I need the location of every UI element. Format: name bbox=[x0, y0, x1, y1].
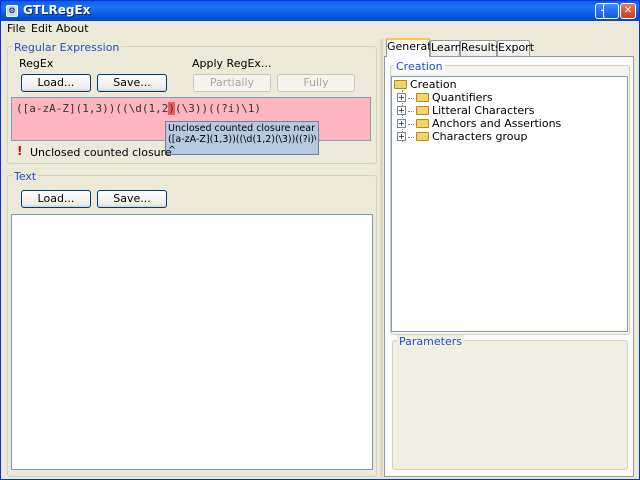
tree-connector bbox=[408, 97, 414, 99]
folder-icon bbox=[416, 92, 429, 102]
regex-label: RegEx bbox=[19, 57, 54, 70]
tree-item-litteral[interactable]: + Litteral Characters bbox=[397, 104, 534, 117]
text-panel-label: Text bbox=[12, 170, 39, 183]
text-load-button[interactable]: Load... bbox=[21, 190, 91, 208]
error-status: Unclosed counted closure bbox=[30, 146, 172, 159]
folder-icon bbox=[416, 118, 429, 128]
menu-bar: File Edit About bbox=[1, 21, 639, 37]
close-button[interactable]: ✕ bbox=[620, 3, 636, 19]
tab-export[interactable]: Export bbox=[497, 40, 534, 56]
fully-button[interactable]: Fully bbox=[277, 74, 355, 92]
folder-icon bbox=[394, 79, 407, 89]
tree-item-characters-group[interactable]: + Characters group bbox=[397, 130, 527, 143]
tab-generate[interactable]: Generate bbox=[386, 38, 438, 57]
main-window: ⚙ GTLRegEx – ✕ File Edit About Regular E… bbox=[0, 0, 640, 480]
tree-item-label: Characters group bbox=[432, 130, 528, 143]
parameters-panel bbox=[392, 340, 628, 470]
folder-icon bbox=[416, 131, 429, 141]
maximize-button[interactable] bbox=[603, 3, 619, 19]
expand-icon[interactable]: + bbox=[397, 105, 406, 115]
error-icon: ! bbox=[17, 144, 23, 158]
app-icon: ⚙ bbox=[6, 5, 18, 17]
creation-tree: Creation + Quantifiers + Litteral Characte… bbox=[391, 76, 628, 332]
regex-save-button[interactable]: Save... bbox=[97, 74, 167, 92]
expand-icon[interactable]: + bbox=[397, 131, 406, 141]
title-bar[interactable]: ⚙ GTLRegEx – ✕ bbox=[1, 1, 639, 21]
tree-item-label: Quantifiers bbox=[432, 91, 493, 104]
menu-file[interactable]: File bbox=[7, 22, 25, 35]
text-save-button[interactable]: Save... bbox=[97, 190, 167, 208]
regex-before: ([a-zA-Z](1,3))((\d(1,2 bbox=[16, 102, 169, 115]
error-tooltip: Unclosed counted closure near index 23 (… bbox=[165, 121, 319, 156]
tooltip-regex: ([a-zA-Z](1,3))((\d(1,2)(\3))((?i)\1) bbox=[168, 134, 316, 145]
tree-item-root[interactable]: Creation bbox=[394, 78, 457, 91]
splitter-handle[interactable] bbox=[380, 39, 383, 477]
partially-button[interactable]: Partially bbox=[193, 74, 271, 92]
menu-edit[interactable]: Edit bbox=[31, 22, 52, 35]
text-area[interactable] bbox=[11, 214, 373, 470]
expand-icon[interactable]: + bbox=[397, 92, 406, 102]
creation-panel-label: Creation bbox=[394, 60, 445, 73]
menu-about[interactable]: About bbox=[56, 22, 89, 35]
tab-learn[interactable]: Learn bbox=[430, 40, 462, 56]
regex-after: (\3))((?i)\1) bbox=[174, 102, 262, 115]
expand-icon[interactable]: + bbox=[397, 118, 406, 128]
tree-item-label: Litteral Characters bbox=[432, 104, 535, 117]
tooltip-message: Unclosed counted closure near index 23 bbox=[168, 123, 316, 134]
tree-connector bbox=[408, 136, 414, 138]
regex-load-button[interactable]: Load... bbox=[21, 74, 91, 92]
tree-item-quantifiers[interactable]: + Quantifiers bbox=[397, 91, 493, 104]
tree-root-label: Creation bbox=[410, 78, 457, 91]
window-title: GTLRegEx bbox=[23, 3, 91, 17]
tree-item-anchors[interactable]: + Anchors and Assertions bbox=[397, 117, 561, 130]
regex-panel-label: Regular Expression bbox=[12, 41, 122, 54]
tree-connector bbox=[408, 123, 414, 125]
regex-text: ([a-zA-Z](1,3))((\d(1,2)(\3))((?i)\1) bbox=[16, 102, 261, 115]
regex-error-highlight: ) bbox=[168, 102, 175, 115]
tree-connector bbox=[408, 110, 414, 112]
tab-results[interactable]: Results bbox=[460, 40, 501, 56]
tooltip-caret: ^ bbox=[168, 145, 176, 156]
tree-item-label: Anchors and Assertions bbox=[432, 117, 562, 130]
folder-icon bbox=[416, 105, 429, 115]
apply-regex-label: Apply RegEx... bbox=[192, 57, 272, 70]
parameters-panel-label: Parameters bbox=[397, 335, 464, 348]
